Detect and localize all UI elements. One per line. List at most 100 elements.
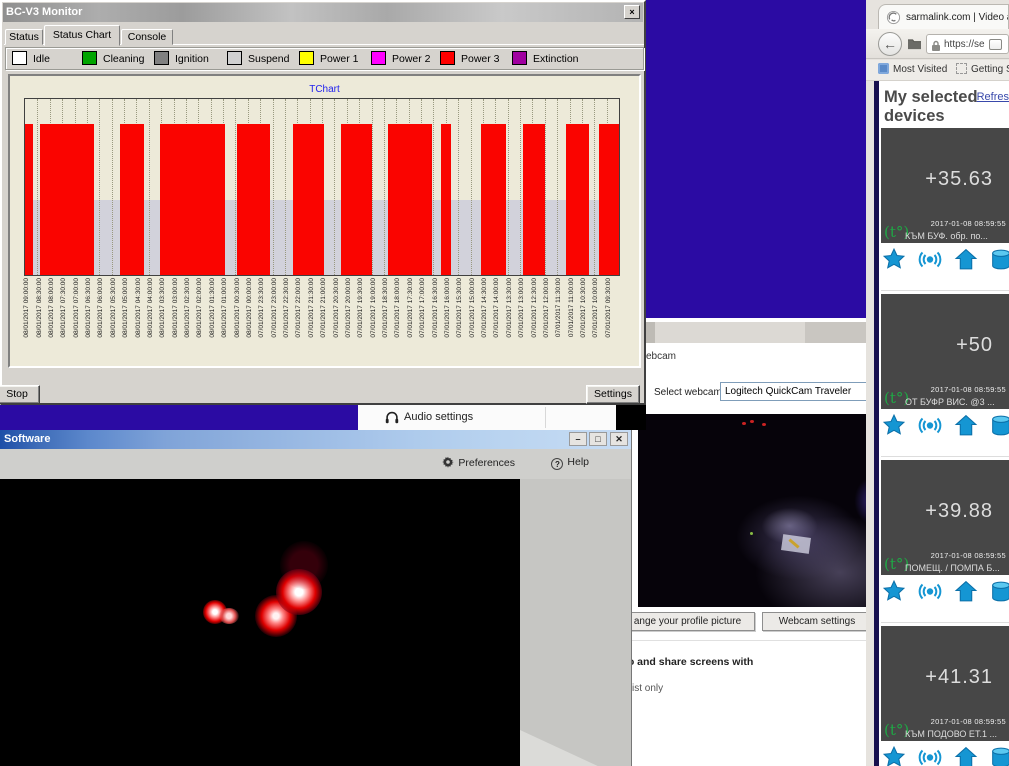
reader-view-icon[interactable]: [989, 39, 1002, 50]
help-icon: ?: [551, 458, 563, 470]
dark-region: [616, 405, 646, 430]
window-edge-line: [874, 81, 878, 766]
power3-status-bar: [293, 124, 324, 275]
back-button[interactable]: ←: [878, 32, 902, 56]
tab-status[interactable]: Status: [5, 29, 43, 45]
device-card[interactable]: +50 (t°) 2017-01-08 08:59:55 ОТ БУФР ВИС…: [881, 294, 1009, 409]
maximize-button[interactable]: □: [589, 432, 607, 446]
sound-icon[interactable]: [916, 579, 944, 609]
select-webcam-label: Select webcam:: [654, 387, 725, 398]
storage-icon[interactable]: [988, 247, 1009, 277]
power3-status-bar: [160, 124, 224, 275]
gear-icon: [442, 456, 454, 471]
sound-icon[interactable]: [916, 745, 944, 766]
legend-swatch: [371, 51, 386, 65]
x-axis-label: 08/01/2017 07:30:00: [60, 278, 68, 362]
settings-window-titlebar: [632, 322, 878, 343]
device-block: +50 (t°) 2017-01-08 08:59:55 ОТ БУФР ВИС…: [881, 290, 1009, 441]
gridline: [458, 99, 459, 275]
x-axis-label: 07/01/2017 14:00:00: [493, 278, 501, 362]
webcam-settings-button[interactable]: Webcam settings: [762, 612, 872, 631]
x-axis-label: 08/01/2017 00:00:00: [246, 278, 254, 362]
power3-status-bar: [566, 124, 589, 275]
webcam-window-titlebar[interactable]: Software – □ ✕: [0, 430, 631, 449]
browser-tab[interactable]: sarmalink.com | Video and: [878, 4, 1009, 29]
favorite-star-icon[interactable]: [881, 247, 907, 277]
getting-started-icon: [956, 63, 967, 74]
x-axis-label: 08/01/2017 05:00:00: [122, 278, 130, 362]
favorite-star-icon[interactable]: [881, 413, 907, 443]
bookmark-label: Getting Start: [971, 64, 1009, 75]
device-card[interactable]: +39.88 (t°) 2017-01-08 08:59:55 ПОМЕЩ. /…: [881, 460, 1009, 575]
power3-status-bar: [441, 124, 452, 275]
gridline: [285, 99, 286, 275]
home-icon[interactable]: [953, 745, 979, 766]
red-led-dot: [762, 423, 766, 426]
preferences-button[interactable]: Preferences: [442, 456, 515, 471]
device-block: +35.63 (t°) 2017-01-08 08:59:55 КЪМ БУФ.…: [881, 128, 1009, 275]
device-card[interactable]: +41.31 (t°) 2017-01-08 08:59:55 КЪМ ПОДО…: [881, 626, 1009, 741]
x-axis-label: 07/01/2017 12:00:00: [543, 278, 551, 362]
devices-list: +35.63 (t°) 2017-01-08 08:59:55 КЪМ БУФ.…: [881, 128, 1009, 766]
bookmarks-folder-icon[interactable]: [907, 37, 922, 55]
x-axis-label: 08/01/2017 01:00:00: [221, 278, 229, 362]
device-actions: [881, 248, 1009, 275]
red-led-dot: [742, 422, 746, 425]
sound-icon[interactable]: [916, 247, 944, 277]
webcam-toolbar: Preferences ?Help: [0, 449, 631, 479]
settings-window: ebcam Select webcam: Logitech QuickCam T…: [632, 318, 878, 766]
legend-label: Power 3: [461, 53, 500, 65]
audio-settings-label[interactable]: Audio settings: [404, 411, 473, 423]
device-separator: [881, 456, 1009, 457]
home-icon[interactable]: [953, 579, 979, 609]
x-axis-label: 07/01/2017 13:00:00: [518, 278, 526, 362]
settings-button[interactable]: Settings: [586, 385, 640, 404]
sound-icon[interactable]: [916, 413, 944, 443]
favorite-star-icon[interactable]: [881, 579, 907, 609]
device-separator: [881, 622, 1009, 623]
power3-status-bar: [237, 124, 270, 275]
help-button[interactable]: ?Help: [551, 456, 589, 470]
share-screens-text: eo and share screens with: [622, 656, 753, 668]
device-timestamp: 2017-01-08 08:59:55: [931, 385, 1006, 394]
tab-status-chart[interactable]: Status Chart: [44, 25, 120, 46]
preferences-label: Preferences: [458, 457, 515, 469]
home-icon[interactable]: [953, 413, 979, 443]
bookmark-getting-started[interactable]: Getting Start: [956, 63, 1009, 75]
change-profile-picture-button[interactable]: ange your profile picture: [620, 612, 755, 631]
x-axis-label: 07/01/2017 12:30:00: [531, 278, 539, 362]
close-button[interactable]: ✕: [610, 432, 628, 446]
webcam-select-dropdown[interactable]: Logitech QuickCam Traveler: [720, 382, 872, 401]
minimize-button[interactable]: –: [569, 432, 587, 446]
gridline: [384, 99, 385, 275]
storage-icon[interactable]: [988, 413, 1009, 443]
storage-icon[interactable]: [988, 579, 1009, 609]
device-timestamp: 2017-01-08 08:59:55: [931, 717, 1006, 726]
url-text[interactable]: https://se: [944, 39, 985, 50]
stop-button[interactable]: Stop: [0, 385, 40, 404]
x-axis-label: 07/01/2017 11:00:00: [568, 278, 576, 362]
monitor-titlebar[interactable]: BC-V3 Monitor ×: [3, 3, 643, 22]
device-caption: КЪМ ПОДОВО ЕТ.1 ...: [905, 729, 1007, 739]
chart-title: TChart: [10, 84, 639, 95]
red-led-dot: [750, 420, 754, 423]
x-axis-label: 08/01/2017 03:30:00: [159, 278, 167, 362]
storage-icon[interactable]: [988, 745, 1009, 766]
device-temperature: +41.31: [925, 666, 993, 689]
tab-console[interactable]: Console: [121, 29, 173, 45]
url-bar[interactable]: https://se: [926, 34, 1009, 54]
power3-status-bar: [388, 124, 432, 275]
home-icon[interactable]: [953, 247, 979, 277]
x-axis-label: 07/01/2017 20:30:00: [333, 278, 341, 362]
device-card[interactable]: +35.63 (t°) 2017-01-08 08:59:55 КЪМ БУФ.…: [881, 128, 1009, 243]
refresh-link[interactable]: Refres: [977, 91, 1009, 103]
bookmarks-bar: Most Visited Getting Start: [866, 60, 1009, 81]
bookmark-most-visited[interactable]: Most Visited: [878, 63, 947, 75]
divider: [632, 640, 878, 641]
favorite-star-icon[interactable]: [881, 745, 907, 766]
page-heading: My selected devices: [884, 88, 979, 126]
close-icon[interactable]: ×: [624, 5, 640, 19]
x-axis-label: 08/01/2017 02:00:00: [196, 278, 204, 362]
device-temperature: +39.88: [925, 500, 993, 523]
webcam-preview-photo: [638, 414, 875, 607]
